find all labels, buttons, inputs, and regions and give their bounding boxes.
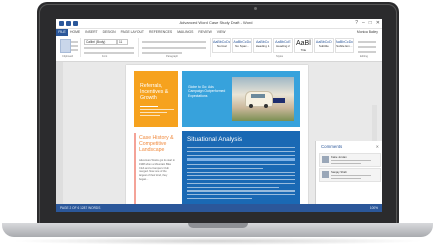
save-icon[interactable]	[66, 21, 71, 26]
tab-file[interactable]: FILE	[56, 29, 68, 36]
find-button[interactable]	[358, 41, 376, 43]
window-controls: ? – □ ✕	[355, 20, 380, 26]
font-group: Calibri (Body) 11	[82, 38, 139, 57]
tab-design[interactable]: DESIGN	[103, 29, 116, 36]
shading-buttons[interactable]	[142, 52, 182, 54]
style-heading-1[interactable]: AaBbCc Heading 1	[252, 38, 273, 53]
camper-window	[251, 94, 265, 98]
camper-wheel	[264, 104, 268, 108]
photo-highlight	[273, 98, 285, 103]
font-color-buttons[interactable]	[84, 52, 134, 54]
orange-callout-title: Referrals, Incentives & Growth	[140, 83, 169, 101]
title-bar: Advanced Word Case Study Draft - Word ? …	[56, 19, 382, 29]
group-label-paragraph: Paragraph	[166, 55, 179, 58]
user-name[interactable]: Monica Bailey	[357, 29, 378, 36]
close-button[interactable]: ✕	[376, 20, 380, 26]
case-history-heading: Case History & Competitive Landscape	[139, 135, 174, 153]
avatar	[322, 156, 329, 163]
orange-callout-divider	[140, 106, 158, 107]
orange-callout: Referrals, Incentives & Growth	[134, 71, 178, 127]
accent-bar	[134, 133, 136, 206]
group-label-editing: Editing	[360, 55, 368, 58]
undo-icon[interactable]	[73, 21, 78, 26]
case-history-body: Adventure Works got its start in 1998 wh…	[139, 159, 175, 181]
style-subtle-emphasis[interactable]: AaBbCcDc Subtle Em...	[334, 38, 354, 53]
font-name-box[interactable]: Calibri (Body)	[84, 39, 117, 45]
tab-page-layout[interactable]: PAGE LAYOUT	[121, 29, 144, 36]
comment-text-line	[331, 160, 371, 161]
font-format-buttons[interactable]	[84, 47, 134, 49]
group-label-clipboard: Clipboard	[62, 55, 74, 58]
case-history-column: Case History & Competitive Landscape Adv…	[134, 133, 178, 206]
camper-photo[interactable]	[232, 77, 294, 121]
status-bar: PAGE 2 OF 6 1287 WORDS 100%	[56, 204, 382, 212]
style-subtitle[interactable]: AaBbCcD Subtitle	[314, 38, 334, 53]
replace-button[interactable]	[358, 46, 376, 48]
alignment-buttons[interactable]	[142, 47, 206, 49]
comment-author: Sanjay Shah	[331, 170, 347, 174]
window-title: Advanced Word Case Study Draft - Word	[179, 20, 253, 25]
comment-item[interactable]: Katie Jordan	[319, 153, 381, 167]
status-page-info[interactable]: PAGE 2 OF 6 1287 WORDS	[60, 204, 100, 212]
document-page[interactable]: Referrals, Incentives & Growth Globe to …	[126, 65, 308, 206]
group-label-styles: Styles	[276, 55, 284, 58]
style-title[interactable]: AaBl Title	[293, 38, 314, 53]
vertical-scrollbar[interactable]	[372, 105, 377, 141]
group-label-font: Font	[102, 55, 108, 58]
styles-gallery: AaBbCcDc Normal AaBbCcDc No Spac... AaBbCc…	[212, 38, 354, 53]
tab-mailings[interactable]: MAILINGS	[177, 29, 193, 36]
style-normal[interactable]: AaBbCcDc Normal	[212, 38, 232, 53]
word-logo-icon	[59, 21, 64, 26]
tab-review[interactable]: REVIEW	[198, 29, 211, 36]
help-button[interactable]: ?	[355, 20, 358, 26]
vertical-ruler	[56, 62, 63, 204]
tab-home[interactable]: HOME	[70, 29, 80, 36]
minimize-button[interactable]: –	[362, 20, 365, 26]
blue-callout-text: Globe to Go: Ads Campaign Outperformed E…	[188, 85, 226, 98]
font-size-box[interactable]: 11	[117, 39, 128, 45]
comment-text-line	[331, 177, 361, 179]
ribbon-tabs: FILE HOME INSERT DESIGN PAGE LAYOUT REFE…	[56, 29, 382, 36]
situational-analysis-heading: Situational Analysis	[187, 136, 243, 143]
tab-list: HOME INSERT DESIGN PAGE LAYOUT REFERENCE…	[70, 29, 225, 36]
ribbon: Calibri (Body) 11 AaBbCcDc Normal AaBbCcD…	[56, 36, 382, 62]
blue-callout: Globe to Go: Ads Campaign Outperformed E…	[182, 71, 300, 127]
camper-wheel	[249, 104, 253, 108]
comment-text-line	[331, 175, 371, 176]
paste-icon[interactable]	[60, 39, 71, 53]
comments-title: Comments	[321, 144, 343, 149]
style-no-spacing[interactable]: AaBbCcDc No Spac...	[232, 38, 252, 53]
tab-insert[interactable]: INSERT	[85, 29, 97, 36]
copy-icon[interactable]	[71, 45, 78, 47]
style-heading-2[interactable]: AaBbCcE Heading 2	[273, 38, 293, 53]
avatar	[322, 171, 329, 178]
close-icon[interactable]: ✕	[376, 144, 379, 149]
document-area[interactable]: Referrals, Incentives & Growth Globe to …	[56, 62, 382, 206]
screen: Advanced Word Case Study Draft - Word ? …	[56, 19, 382, 212]
format-painter-icon[interactable]	[71, 49, 78, 51]
select-button[interactable]	[358, 51, 376, 53]
comment-item[interactable]: Sanjay Shah	[319, 168, 381, 182]
tab-references[interactable]: REFERENCES	[149, 29, 172, 36]
orange-callout-text	[140, 109, 174, 123]
webcam	[254, 7, 257, 10]
cut-icon[interactable]	[71, 41, 78, 43]
zoom-level[interactable]: 100%	[370, 204, 378, 212]
quick-access-toolbar	[59, 21, 89, 26]
situational-analysis-body	[187, 147, 295, 202]
comments-pane: Comments ✕ Katie Jordan Sanjay Shah	[315, 141, 382, 205]
tab-view[interactable]: VIEW	[217, 29, 226, 36]
laptop-shadow	[10, 237, 425, 245]
comment-text-line	[331, 162, 361, 164]
list-buttons[interactable]	[142, 41, 206, 43]
laptop-base-notch	[188, 223, 248, 228]
situational-analysis-section: Situational Analysis	[182, 131, 300, 206]
maximize-button[interactable]: □	[369, 20, 372, 26]
comment-author: Katie Jordan	[331, 155, 347, 159]
